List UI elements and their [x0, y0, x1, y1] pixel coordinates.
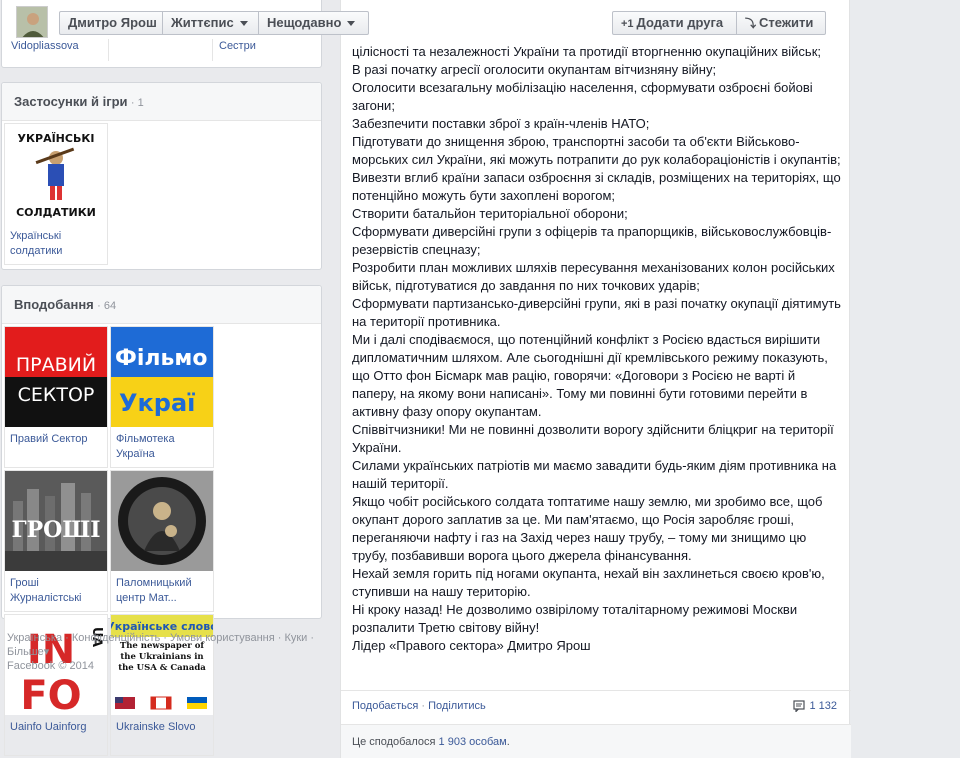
timeline-header: Дмитро Ярош Життєпис Нещодавно +1 Додати …	[0, 0, 850, 44]
like-art-line1: ПРАВИЙ	[16, 353, 96, 376]
like-art-line2: СЕКТОР	[18, 384, 95, 406]
post-line: Сформувати партизансько-диверсійні групи…	[352, 296, 841, 329]
like-thumbnail[interactable]: ПРАВИЙ СЕКТОР	[5, 327, 107, 427]
apps-header: Застосунки й ігри · 1	[2, 83, 321, 121]
likes-title[interactable]: Вподобання	[14, 297, 94, 312]
like-label[interactable]: Гроші Журналістські	[5, 571, 107, 611]
footer-link-more[interactable]: Більше	[7, 646, 44, 658]
follow-label: Стежити	[759, 15, 814, 30]
like-label[interactable]: Фільмотека Україна	[111, 427, 213, 467]
comment-icon	[793, 700, 806, 712]
apps-count: · 1	[130, 97, 144, 109]
footer-link-cookies[interactable]: Куки	[284, 632, 307, 644]
post-line: Створити батальйон територіальної оборон…	[352, 206, 628, 221]
comment-count-value[interactable]: 1 132	[809, 700, 837, 712]
like-tile[interactable]: ПРАВИЙ СЕКТОР Правий Сектор	[4, 326, 108, 468]
like-thumbnail[interactable]: ГРОШІ	[5, 471, 107, 571]
chevron-down-icon	[239, 21, 248, 27]
like-art-line1: ГРОШІ	[11, 517, 100, 543]
likes-header: Вподобання · 64	[2, 286, 321, 324]
chevron-down-icon	[347, 21, 356, 27]
like-label[interactable]: Uainfo Uainforg	[5, 715, 107, 755]
apps-box: Застосунки й ігри · 1 УКРАЇНСЬКІ СОЛДАТИ…	[1, 82, 322, 270]
left-column: Vidopliassova Сестри Застосунки й ігри ·…	[0, 0, 340, 758]
likes-summary-suffix: .	[506, 736, 510, 748]
actions-divider	[341, 690, 851, 691]
post-signature: Лідер «Правого сектора» Дмитро Ярош	[352, 638, 591, 653]
like-thumbnail[interactable]	[111, 471, 213, 571]
post-text: цілісності та незалежності України та пр…	[352, 43, 842, 655]
footer-link-privacy[interactable]: Конфіденційність	[72, 632, 160, 644]
like-art-line1: Фільмо	[115, 346, 207, 371]
add-friend-button[interactable]: +1 Додати друга	[612, 11, 737, 35]
post-line: Якщо чобіт російського солдата топтатиме…	[352, 494, 823, 563]
add-friend-icon: +1	[621, 18, 634, 30]
likes-summary: Це сподобалося 1 903 особам.	[352, 736, 510, 748]
app-tile[interactable]: УКРАЇНСЬКІ СОЛДАТИКИ Українські солдатик…	[4, 123, 108, 265]
likes-count: · 64	[97, 300, 117, 312]
post-line: Розробити план можливих шляхів пересуван…	[352, 260, 835, 293]
like-label[interactable]: Ukrainske Slovo	[111, 715, 213, 755]
like-tile[interactable]: Фільмо Украї Фільмотека Україна	[110, 326, 214, 468]
share-action[interactable]: Поділитись	[428, 700, 486, 712]
avatar[interactable]	[16, 6, 48, 38]
timeline-button-label: Життєпис	[171, 15, 234, 30]
footer-link-language[interactable]: Українська	[7, 632, 62, 644]
recent-button-label: Нещодавно	[267, 15, 342, 30]
footer: Українська · Конфіденційність · Умови ко…	[7, 631, 327, 673]
post-line: цілісності та незалежності України та пр…	[352, 44, 821, 59]
app-art-top: УКРАЇНСЬКІ	[18, 131, 95, 145]
like-art-line2: Украї	[119, 389, 195, 417]
post-line: Співвітчизники! Ми не повинні дозволити …	[352, 422, 834, 455]
post-line: Нехай земля горить під ногами окупанта, …	[352, 566, 825, 599]
follow-icon: ⤵	[745, 18, 756, 30]
like-action[interactable]: Подобається	[352, 700, 418, 712]
app-label[interactable]: Українські солдатики	[5, 224, 107, 264]
post-line: Підготувати до знищення зброю, транспорт…	[352, 134, 841, 167]
follow-button[interactable]: ⤵ Стежити	[736, 11, 826, 35]
like-label[interactable]: Правий Сектор	[5, 427, 107, 467]
footer-copyright: Facebook © 2014	[7, 660, 94, 672]
post-line: В разі початку агресії оголосити окупант…	[352, 62, 717, 77]
like-art-line2: FO	[20, 673, 81, 715]
app-art-bottom: СОЛДАТИКИ	[16, 206, 96, 219]
like-thumbnail[interactable]: Фільмо Украї	[111, 327, 213, 427]
post-line: Силами українських патріотів ми маємо за…	[352, 458, 837, 491]
post-line: Ми і далі сподіваємося, що потенційний к…	[352, 332, 828, 419]
post-line: Ні кроку назад! Не дозволимо озвірілому …	[352, 602, 798, 635]
post-line: Сформувати диверсійні групи з офіцерів т…	[352, 224, 832, 257]
like-tile[interactable]: ГРОШІ Гроші Журналістські	[4, 470, 108, 612]
likes-box: Вподобання · 64 ПРАВИЙ СЕКТОР Правий Сек…	[1, 285, 322, 756]
recent-button[interactable]: Нещодавно	[258, 11, 369, 35]
app-thumbnail[interactable]: УКРАЇНСЬКІ СОЛДАТИКИ	[5, 124, 107, 224]
action-separator: ·	[421, 700, 426, 712]
post-line: Оголосити всезагальну мобілізацію населе…	[352, 80, 813, 113]
post-card: цілісності та незалежності України та пр…	[340, 0, 851, 758]
profile-name-button[interactable]: Дмитро Ярош	[59, 11, 163, 35]
timeline-button[interactable]: Життєпис	[162, 11, 259, 35]
like-label[interactable]: Паломницький центр Мат...	[111, 571, 213, 611]
like-tile[interactable]: Паломницький центр Мат...	[110, 470, 214, 612]
apps-title[interactable]: Застосунки й ігри	[14, 94, 128, 109]
add-friend-label: Додати друга	[636, 15, 724, 30]
post-line: Забезпечити поставки зброї з країн-члені…	[352, 116, 650, 131]
footer-more-caret-icon: ▾	[43, 646, 50, 658]
likes-summary-prefix: Це сподобалося	[352, 736, 439, 748]
footer-link-terms[interactable]: Умови користування	[170, 632, 275, 644]
comment-count[interactable]: 1 132	[793, 700, 837, 712]
post-actions: Подобається · Поділитись	[352, 700, 486, 712]
post-line: Вивезти вглиб країни запаси озброєння зі…	[352, 170, 841, 203]
likes-summary-count[interactable]: 1 903 особам	[439, 736, 507, 748]
